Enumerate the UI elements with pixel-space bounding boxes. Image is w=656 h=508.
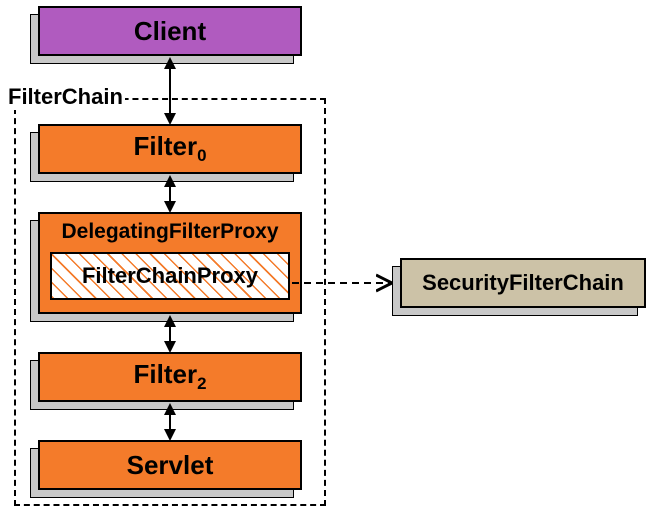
filter2-box: Filter2 (38, 352, 302, 402)
filter0-box: Filter0 (38, 124, 302, 174)
filter-chain-label: FilterChain (6, 84, 125, 110)
arrow-filter0-dfp (165, 174, 185, 214)
client-box: Client (38, 6, 302, 56)
servlet-box: Servlet (38, 440, 302, 490)
security-filter-chain-box: SecurityFilterChain (400, 258, 646, 308)
filter0-label: Filter0 (134, 131, 207, 166)
servlet-label: Servlet (127, 450, 214, 481)
arrow-filter2-servlet (165, 402, 185, 442)
arrow-proxy-security (292, 275, 400, 295)
delegating-filter-proxy-label: DelegatingFilterProxy (61, 220, 278, 244)
filter-chain-proxy-label: FilterChainProxy (82, 263, 258, 289)
filter-chain-proxy-box: FilterChainProxy (50, 252, 290, 300)
delegating-filter-proxy-box: DelegatingFilterProxy FilterChainProxy (38, 212, 302, 314)
filter2-label: Filter2 (134, 359, 207, 394)
security-filter-chain-label: SecurityFilterChain (422, 270, 624, 296)
arrow-dfp-filter2 (165, 314, 185, 354)
client-label: Client (134, 16, 206, 47)
